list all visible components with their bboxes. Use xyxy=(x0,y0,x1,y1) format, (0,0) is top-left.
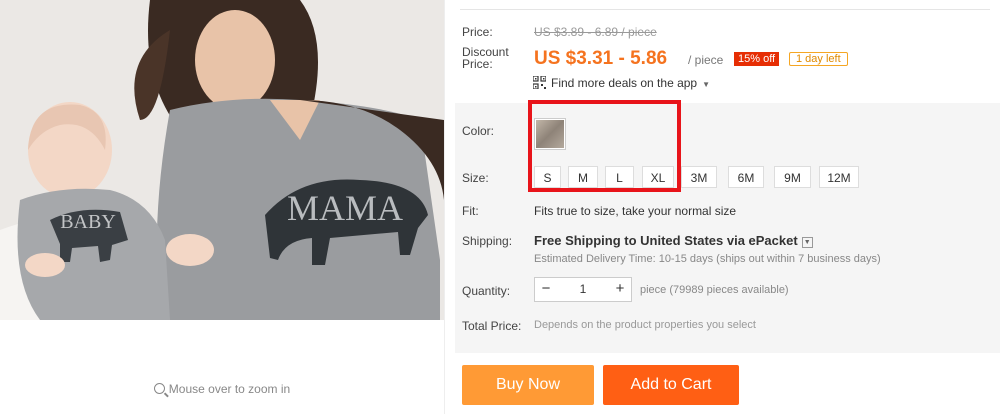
app-deals-link[interactable]: Find more deals on the app ▼ xyxy=(551,76,710,90)
zoom-hint-text: Mouse over to zoom in xyxy=(168,382,291,396)
add-to-cart-button[interactable]: Add to Cart xyxy=(603,365,739,405)
chevron-down-icon: ▼ xyxy=(702,80,711,89)
price-unit: / piece xyxy=(688,53,724,67)
product-image-panel: MAMA BABY Mouse over to zoom in xyxy=(0,0,445,414)
shipping-label: Shipping: xyxy=(462,234,513,248)
fit-value: Fits true to size, take your normal size xyxy=(534,204,737,218)
quantity-stepper: − + xyxy=(534,277,632,302)
shipping-method[interactable]: Free Shipping to United States via ePack… xyxy=(534,233,813,248)
discount-price: US $3.31 - 5.86 xyxy=(534,48,668,69)
total-price-value: Depends on the product properties you se… xyxy=(534,319,756,331)
discount-price-label-line2: Price: xyxy=(462,57,493,71)
size-option-9m[interactable]: 9M xyxy=(774,166,811,188)
quantity-label: Quantity: xyxy=(462,284,511,298)
shipping-method-text: Free Shipping to United States via ePack… xyxy=(534,233,798,248)
size-option-l[interactable]: L xyxy=(605,166,634,188)
original-price: US $3.89 - 6.89 / piece xyxy=(534,25,657,39)
size-option-3m[interactable]: 3M xyxy=(681,166,717,188)
time-left-badge: 1 day left xyxy=(789,52,848,66)
size-option-12m[interactable]: 12M xyxy=(819,166,859,188)
quantity-increase-button[interactable]: + xyxy=(609,278,631,301)
size-option-m[interactable]: M xyxy=(568,166,598,188)
color-swatch[interactable] xyxy=(534,118,566,150)
size-option-s[interactable]: S xyxy=(534,166,561,188)
quantity-decrease-button[interactable]: − xyxy=(535,278,557,301)
color-label: Color: xyxy=(462,124,495,138)
chevron-down-icon[interactable]: ▼ xyxy=(801,237,813,248)
zoom-hint: Mouse over to zoom in xyxy=(0,382,444,396)
buy-now-button[interactable]: Buy Now xyxy=(462,365,594,405)
size-option-xl[interactable]: XL xyxy=(642,166,674,188)
quantity-available: piece (79989 pieces available) xyxy=(640,284,789,296)
price-label: Price: xyxy=(462,25,493,39)
product-photo-illustration: MAMA BABY xyxy=(0,0,444,320)
quantity-input[interactable] xyxy=(557,278,609,301)
shirt-print-mama: MAMA xyxy=(287,188,403,228)
size-option-6m[interactable]: 6M xyxy=(728,166,764,188)
product-photo[interactable]: MAMA BABY xyxy=(0,0,444,320)
fit-label: Fit: xyxy=(462,204,479,218)
discount-price-label: Discount Price: xyxy=(462,46,509,70)
size-label: Size: xyxy=(462,171,489,185)
shirt-print-baby: BABY xyxy=(60,211,116,233)
qr-code-icon[interactable] xyxy=(533,76,546,89)
color-swatch-thumbnail xyxy=(536,120,564,148)
app-deals-text: Find more deals on the app xyxy=(551,76,698,90)
discount-badge: 15% off xyxy=(734,52,780,66)
delivery-estimate: Estimated Delivery Time: 10-15 days (shi… xyxy=(534,253,881,265)
magnifier-icon xyxy=(153,383,165,394)
total-price-label: Total Price: xyxy=(462,319,522,333)
top-divider xyxy=(460,9,990,10)
product-details-panel: Price: US $3.89 - 6.89 / piece Discount … xyxy=(445,0,1000,414)
